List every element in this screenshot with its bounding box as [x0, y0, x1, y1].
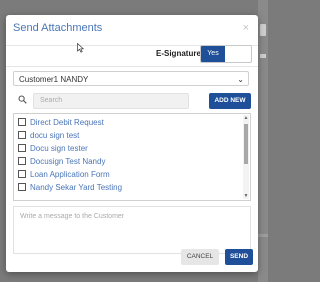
page-backdrop-edge [258, 0, 268, 282]
checkbox[interactable] [18, 131, 26, 139]
background-element [258, 234, 268, 237]
esignature-toggle-value: Yes [201, 46, 225, 62]
checkbox[interactable] [18, 183, 26, 191]
scroll-up-icon[interactable]: ▲ [243, 115, 249, 121]
checkbox[interactable] [18, 157, 26, 165]
customer-select[interactable]: Customer1 NANDY ⌄ [13, 71, 249, 86]
list-item-label: docu sign test [30, 131, 80, 140]
background-element [260, 24, 266, 36]
list-item-label: Loan Application Form [30, 170, 110, 179]
list-item-label: Docu sign tester [30, 144, 88, 153]
list-item[interactable]: Docu sign tester [18, 143, 88, 155]
mouse-cursor-icon [77, 43, 84, 53]
chevron-down-icon: ⌄ [237, 75, 244, 84]
list-item[interactable]: Nandy Sekar Yard Testing [18, 182, 122, 194]
modal-header: Send Attachments × [6, 15, 258, 46]
search-input[interactable]: Search [33, 93, 189, 109]
list-item[interactable]: Docusign Test Nandy [18, 156, 105, 168]
modal-title: Send Attachments [13, 22, 103, 34]
send-attachments-modal: Send Attachments × E-Signature Yes Custo… [6, 15, 258, 272]
message-textarea[interactable]: Write a message to the Customer [13, 206, 251, 254]
add-new-button[interactable]: ADD NEW [209, 93, 251, 109]
esignature-toggle[interactable]: Yes [200, 45, 252, 63]
scroll-down-icon[interactable]: ▼ [243, 193, 249, 199]
list-item[interactable]: Direct Debit Request [18, 117, 104, 129]
checkbox[interactable] [18, 170, 26, 178]
list-item-label: Direct Debit Request [30, 118, 104, 127]
send-button[interactable]: SEND [225, 249, 253, 265]
esignature-label: E-Signature [156, 49, 201, 58]
list-item-label: Docusign Test Nandy [30, 157, 106, 166]
scrollbar-thumb[interactable] [244, 124, 248, 164]
checkbox[interactable] [18, 144, 26, 152]
search-icon [18, 95, 27, 104]
customer-select-value: Customer1 NANDY [19, 75, 89, 84]
close-icon[interactable]: × [243, 22, 249, 34]
cancel-button[interactable]: CANCEL [181, 249, 219, 265]
divider [6, 66, 258, 67]
checkbox[interactable] [18, 118, 26, 126]
background-element [260, 54, 266, 58]
list-item-label: Nandy Sekar Yard Testing [30, 183, 123, 192]
document-list: Direct Debit Request docu sign test Docu… [13, 113, 251, 201]
list-item[interactable]: Loan Application Form [18, 169, 110, 181]
list-item[interactable]: docu sign test [18, 130, 79, 142]
